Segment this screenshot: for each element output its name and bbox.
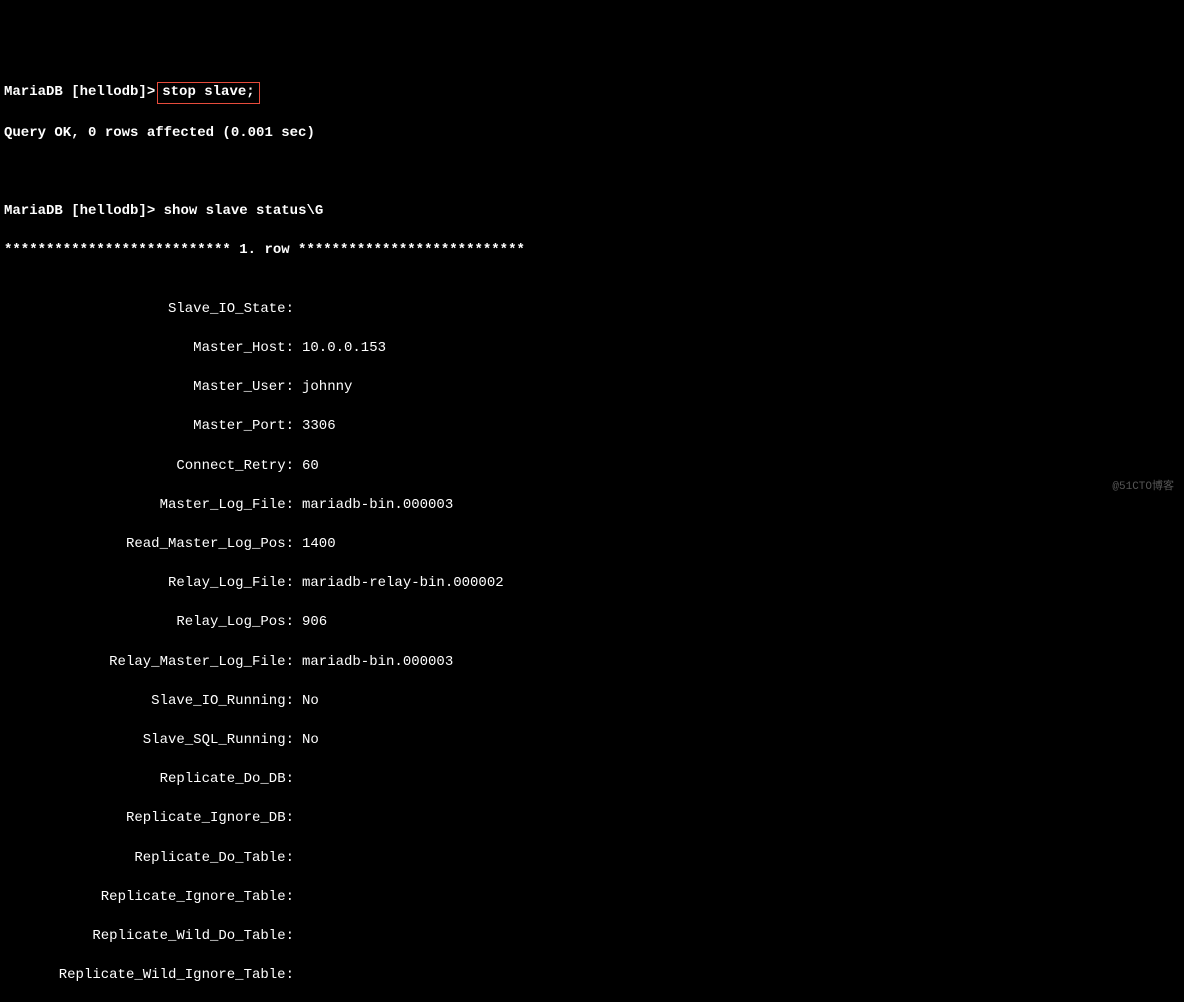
label-replicate-wild-ignore-table: Replicate_Wild_Ignore_Table: — [4, 966, 294, 986]
label-replicate-ignore-table: Replicate_Ignore_Table: — [4, 888, 294, 908]
value-relay-log-file: mariadb-relay-bin.000002 — [294, 574, 504, 594]
highlighted-command: stop slave; — [157, 82, 259, 104]
value-slave-sql-running: No — [294, 731, 319, 751]
status-read-master-log-pos: Read_Master_Log_Pos:1400 — [4, 535, 1180, 555]
value-relay-master-log-file: mariadb-bin.000003 — [294, 653, 453, 673]
label-relay-master-log-file: Relay_Master_Log_File: — [4, 653, 294, 673]
status-slave-io-state: Slave_IO_State: — [4, 300, 1180, 320]
label-master-log-file: Master_Log_File: — [4, 496, 294, 516]
status-relay-master-log-file: Relay_Master_Log_File:mariadb-bin.000003 — [4, 653, 1180, 673]
query-result: Query OK, 0 rows affected (0.001 sec) — [4, 124, 1180, 144]
label-replicate-wild-do-table: Replicate_Wild_Do_Table: — [4, 927, 294, 947]
status-replicate-wild-do-table: Replicate_Wild_Do_Table: — [4, 927, 1180, 947]
label-master-host: Master_Host: — [4, 339, 294, 359]
value-replicate-wild-ignore-table — [294, 966, 302, 986]
value-read-master-log-pos: 1400 — [294, 535, 336, 555]
label-replicate-do-db: Replicate_Do_DB: — [4, 770, 294, 790]
value-relay-log-pos: 906 — [294, 613, 327, 633]
label-replicate-ignore-db: Replicate_Ignore_DB: — [4, 809, 294, 829]
status-slave-sql-running: Slave_SQL_Running:No — [4, 731, 1180, 751]
status-connect-retry: Connect_Retry:60 — [4, 457, 1180, 477]
prompt-line-1[interactable]: MariaDB [hellodb]>stop slave; — [4, 82, 1180, 104]
status-replicate-do-db: Replicate_Do_DB: — [4, 770, 1180, 790]
value-slave-io-state — [294, 300, 302, 320]
value-connect-retry: 60 — [294, 457, 319, 477]
label-slave-io-state: Slave_IO_State: — [4, 300, 294, 320]
prompt-line-2[interactable]: MariaDB [hellodb]> show slave status\G — [4, 202, 1180, 222]
status-master-user: Master_User:johnny — [4, 378, 1180, 398]
status-replicate-wild-ignore-table: Replicate_Wild_Ignore_Table: — [4, 966, 1180, 986]
value-replicate-ignore-db — [294, 809, 302, 829]
status-replicate-do-table: Replicate_Do_Table: — [4, 849, 1180, 869]
value-replicate-ignore-table — [294, 888, 302, 908]
status-replicate-ignore-table: Replicate_Ignore_Table: — [4, 888, 1180, 908]
value-replicate-do-db — [294, 770, 302, 790]
prompt-prefix-2: MariaDB [hellodb]> — [4, 203, 155, 219]
value-slave-io-running: No — [294, 692, 319, 712]
status-master-port: Master_Port:3306 — [4, 417, 1180, 437]
label-replicate-do-table: Replicate_Do_Table: — [4, 849, 294, 869]
label-read-master-log-pos: Read_Master_Log_Pos: — [4, 535, 294, 555]
value-master-port: 3306 — [294, 417, 336, 437]
label-connect-retry: Connect_Retry: — [4, 457, 294, 477]
value-master-user: johnny — [294, 378, 352, 398]
value-master-host: 10.0.0.153 — [294, 339, 386, 359]
label-master-user: Master_User: — [4, 378, 294, 398]
label-relay-log-file: Relay_Log_File: — [4, 574, 294, 594]
watermark: @51CTO博客 — [1112, 480, 1174, 495]
label-slave-io-running: Slave_IO_Running: — [4, 692, 294, 712]
blank-line — [4, 163, 1180, 183]
value-master-log-file: mariadb-bin.000003 — [294, 496, 453, 516]
status-replicate-ignore-db: Replicate_Ignore_DB: — [4, 809, 1180, 829]
status-master-host: Master_Host:10.0.0.153 — [4, 339, 1180, 359]
command-2: show slave status\G — [164, 203, 324, 219]
status-master-log-file: Master_Log_File:mariadb-bin.000003 — [4, 496, 1180, 516]
label-relay-log-pos: Relay_Log_Pos: — [4, 613, 294, 633]
value-replicate-wild-do-table — [294, 927, 302, 947]
row-header: *************************** 1. row *****… — [4, 241, 1180, 261]
status-relay-log-pos: Relay_Log_Pos:906 — [4, 613, 1180, 633]
prompt-prefix: MariaDB [hellodb]> — [4, 84, 155, 100]
label-master-port: Master_Port: — [4, 417, 294, 437]
value-replicate-do-table — [294, 849, 302, 869]
status-slave-io-running: Slave_IO_Running:No — [4, 692, 1180, 712]
status-relay-log-file: Relay_Log_File:mariadb-relay-bin.000002 — [4, 574, 1180, 594]
label-slave-sql-running: Slave_SQL_Running: — [4, 731, 294, 751]
